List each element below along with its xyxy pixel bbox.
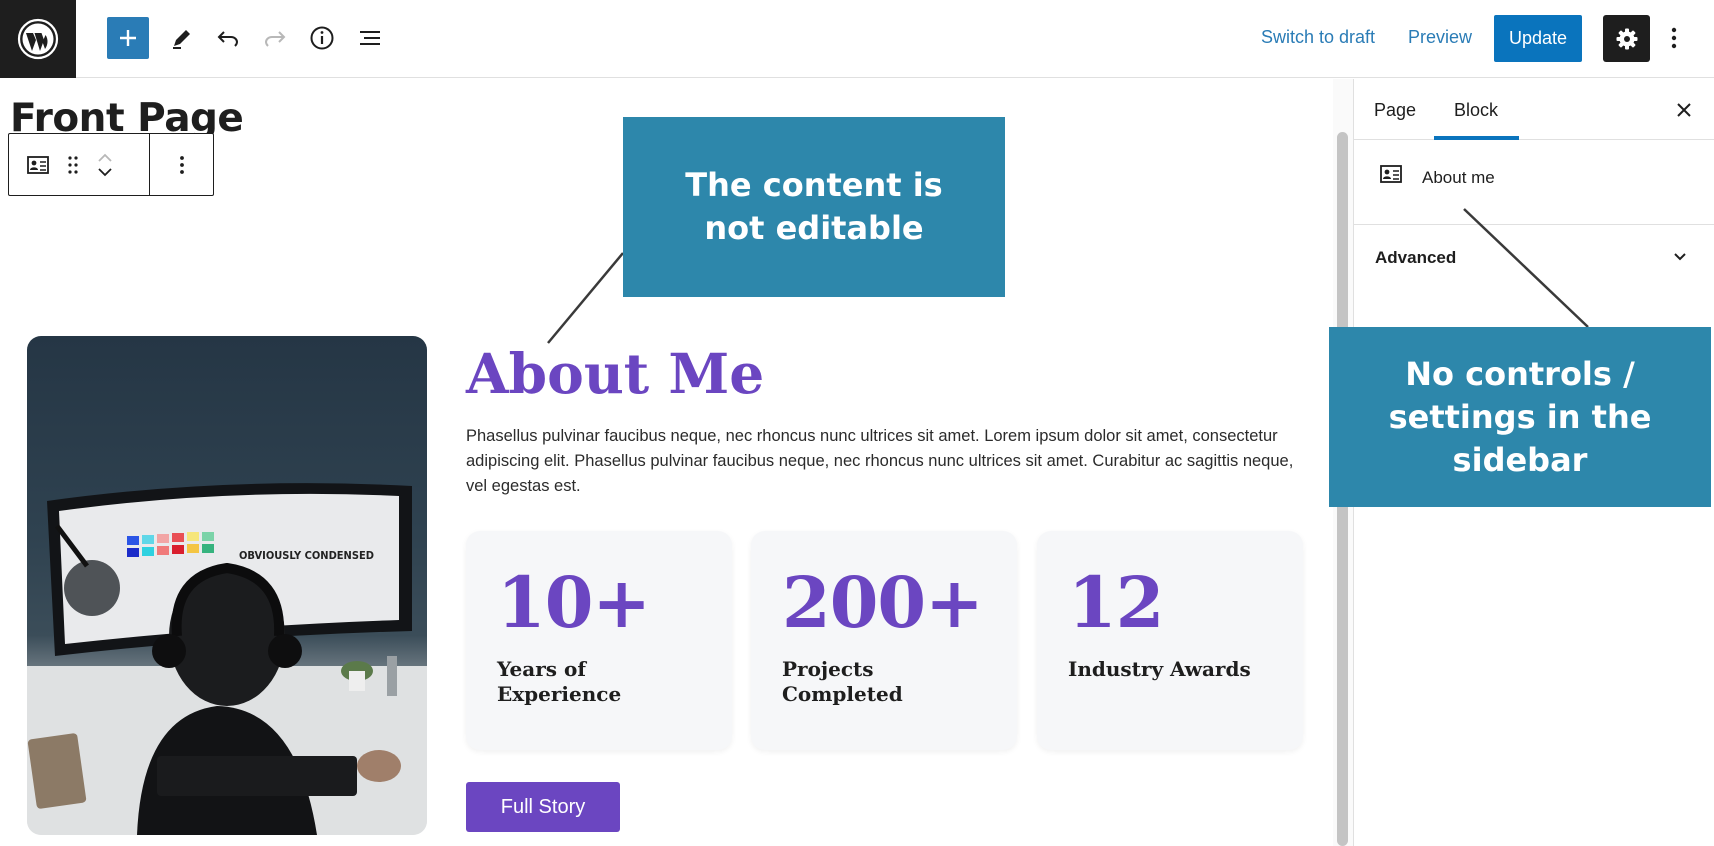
about-heading: About Me [466,341,765,406]
chevron-down-icon [98,167,112,176]
tab-page[interactable]: Page [1374,100,1416,121]
plus-icon [120,30,136,46]
annotation-callout-sidebar: No controls / settings in the sidebar [1329,327,1711,507]
wordpress-logo-button[interactable] [0,0,76,78]
move-down-button[interactable] [97,167,113,177]
stat-label: Years of Experience [497,657,622,706]
options-menu-button[interactable] [1662,17,1686,59]
details-button[interactable] [301,17,343,59]
block-card-title: About me [1422,168,1495,187]
stat-label: Industry Awards [1068,657,1251,681]
active-tab-indicator [1434,136,1519,140]
redo-button[interactable] [254,17,296,59]
about-photo: OBVIOUSLY CONDENSED [27,336,427,835]
stat-number: 12 [1068,561,1164,644]
close-sidebar-button[interactable] [1671,97,1697,123]
move-up-button[interactable] [97,153,113,162]
sidebar-tabs: Page Block [1354,79,1714,140]
stat-card: 12 Industry Awards [1037,531,1303,750]
block-inserter-button[interactable] [107,17,149,59]
drag-handle-icon [68,155,78,174]
more-vertical-icon [179,155,184,174]
about-paragraph: Phasellus pulvinar faucibus neque, nec r… [466,427,1294,495]
about-block-icon [27,155,49,174]
chevron-up-icon [98,153,112,162]
update-button[interactable]: Update [1494,15,1582,62]
more-vertical-icon [1671,27,1677,49]
preview-button[interactable]: Preview [1408,27,1472,48]
switch-to-draft-button[interactable]: Switch to draft [1261,27,1375,48]
full-story-button[interactable]: Full Story [466,782,620,832]
stat-number: 200+ [782,561,984,644]
settings-button[interactable] [1603,15,1650,62]
redo-icon [264,31,286,47]
gear-icon [1616,28,1637,49]
list-view-button[interactable] [349,17,391,59]
tools-button[interactable] [161,17,203,59]
undo-button[interactable] [207,17,249,59]
chevron-down-icon [1672,248,1688,269]
annotation-callout-content: The content is not editable [623,117,1005,297]
drag-button[interactable] [67,155,79,175]
undo-icon [217,31,239,47]
close-icon [1677,103,1691,117]
photo-screen-text: OBVIOUSLY CONDENSED [239,549,374,562]
advanced-panel-toggle[interactable]: Advanced [1354,226,1714,290]
stat-number: 10+ [497,561,651,644]
about-block-icon [1380,165,1402,188]
editor-header: Switch to draft Preview Update [0,0,1714,78]
block-toolbar [8,133,214,196]
stat-card: 200+ Projects Completed [751,531,1017,750]
block-options-button[interactable] [179,155,185,175]
list-view-icon [360,31,380,45]
tab-block[interactable]: Block [1454,100,1498,121]
advanced-label: Advanced [1375,248,1457,267]
stat-label: Projects Completed [782,657,903,706]
block-type-button[interactable] [27,155,49,174]
stat-card: 10+ Years of Experience [466,531,732,750]
pencil-icon [173,30,190,49]
wordpress-icon [17,18,59,60]
block-card: About me [1354,141,1714,225]
info-icon [310,26,334,50]
